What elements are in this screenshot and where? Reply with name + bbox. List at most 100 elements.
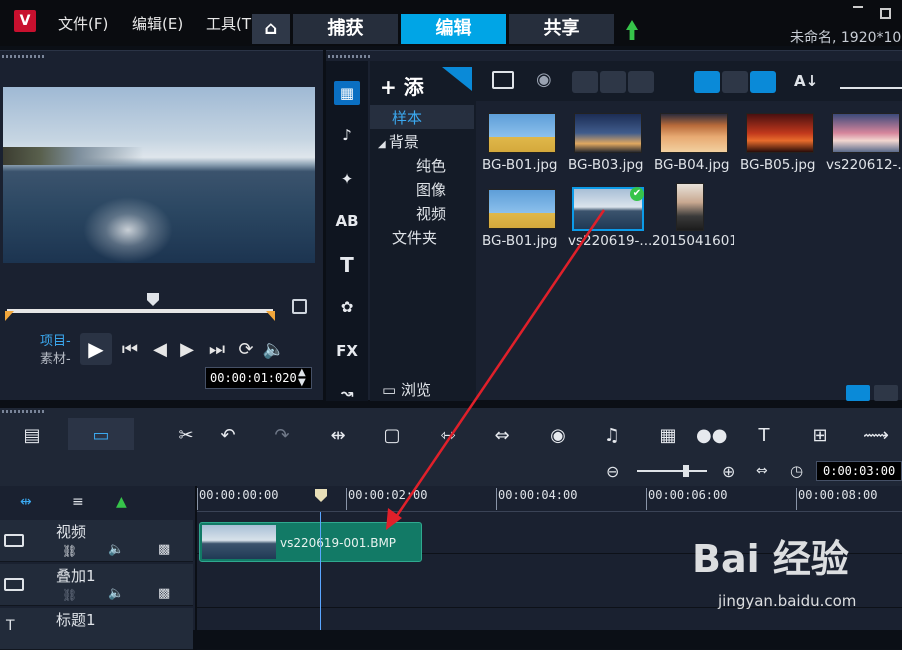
record-capture-icon[interactable]: ◉ (544, 426, 572, 446)
title-icon[interactable]: T (334, 253, 360, 277)
go-start-icon[interactable]: ⏮ (118, 338, 142, 362)
zoom-out-icon[interactable]: ⊖ (606, 462, 619, 481)
show-video-button[interactable] (572, 71, 598, 93)
scrubber-handle[interactable] (147, 293, 159, 306)
menu-file[interactable]: 文件(F) (58, 13, 108, 34)
pin-icon[interactable] (442, 67, 472, 91)
tab-edit[interactable]: 编辑 (401, 14, 506, 44)
fit-project-icon[interactable]: ⇔ (756, 463, 768, 479)
player-view-icon[interactable] (874, 385, 898, 401)
tools-icon[interactable]: ✂ (172, 426, 200, 446)
track-video[interactable]: 视频 ⛓ 🔈 ▩ (0, 520, 193, 562)
panel-grip[interactable] (2, 410, 46, 413)
tree-item-samples[interactable]: 样本 (392, 107, 422, 128)
browse-button[interactable]: ▭ 浏览 (382, 379, 431, 400)
library-view-icon[interactable] (846, 385, 870, 401)
tree-item-solid[interactable]: 纯色 (416, 155, 446, 176)
link-icon[interactable]: ⛓ (62, 588, 77, 602)
thumb-bg-b01-copy[interactable] (488, 189, 556, 229)
multi-camera-icon[interactable]: ▦ (654, 426, 682, 446)
play-button[interactable]: ▶ (80, 333, 112, 365)
timecode-stepper-icon[interactable]: ▲ ▼ (298, 368, 306, 388)
thumb-bg-b04[interactable] (660, 113, 728, 153)
track-transparency-icon[interactable]: ▩ (158, 542, 170, 557)
mute-icon[interactable]: 🔈 (108, 586, 124, 601)
tab-share[interactable]: 共享 (509, 14, 614, 44)
tab-capture[interactable]: 捕获 (293, 14, 398, 44)
list-view-button[interactable] (722, 71, 748, 93)
mark-in-handle[interactable] (5, 311, 14, 321)
grid-view-button[interactable] (750, 71, 776, 93)
thumbnail-view-button[interactable] (694, 71, 720, 93)
filter-icon[interactable]: FX (334, 339, 360, 363)
transition-icon[interactable]: AB (334, 209, 360, 233)
instant-project-icon[interactable]: ✦ (334, 167, 360, 191)
mask-icon[interactable]: ●● (696, 426, 727, 446)
mode-clip-label[interactable]: 素材- (40, 348, 71, 367)
redo-icon[interactable]: ↷ (268, 426, 296, 446)
link-icon[interactable]: ⛓ (62, 544, 77, 558)
zoom-in-icon[interactable]: ⊕ (722, 462, 735, 481)
tree-item-backgrounds[interactable]: ◢ 背景 (378, 131, 419, 152)
scrub-bar[interactable] (7, 309, 273, 313)
library-view-toggle[interactable] (846, 385, 898, 403)
track-transparency-icon[interactable]: ▩ (158, 586, 170, 601)
thumb-bg-b01[interactable] (488, 113, 556, 153)
graphics-icon[interactable]: ✿ (334, 295, 360, 319)
copy-frame-icon[interactable] (292, 299, 307, 314)
go-end-icon[interactable]: ⏭ (205, 338, 229, 362)
menu-tools[interactable]: 工具(T) (206, 13, 252, 34)
split-screen-icon[interactable]: ⊞ (806, 426, 834, 446)
import-folder-icon[interactable] (492, 71, 514, 89)
show-audio-button[interactable] (628, 71, 654, 93)
timeline-playhead[interactable] (320, 512, 321, 630)
thumb-bg-b03[interactable] (574, 113, 642, 153)
motion-track-icon[interactable]: ⟿ (862, 426, 890, 446)
thumb-bg-b05[interactable] (746, 113, 814, 153)
thumb-portrait[interactable] (676, 183, 704, 231)
mark-out-handle[interactable] (266, 311, 275, 321)
timeline-view-icon[interactable]: ▤ (18, 426, 46, 446)
audio-mixer-icon[interactable]: ♫ (598, 426, 626, 446)
mode-project-label[interactable]: 项目- (40, 330, 71, 349)
undo-icon[interactable]: ↶ (214, 426, 242, 446)
track-title[interactable]: T 标题1 (0, 608, 193, 650)
stretch-icon[interactable]: ⇔ (488, 426, 516, 446)
path-icon[interactable]: ↝ (334, 381, 360, 405)
mute-icon[interactable]: 🔈 (108, 542, 124, 557)
media-category-icon[interactable]: ▦ (334, 81, 360, 105)
minimize-button[interactable] (853, 6, 863, 8)
show-photo-button[interactable] (600, 71, 626, 93)
timeline-ruler[interactable]: 00:00:00:00 00:00:02:00 00:00:04:00 00:0… (197, 486, 902, 512)
chapter-icon[interactable]: ▲ (116, 494, 127, 510)
panel-grip[interactable] (328, 55, 372, 58)
subtitle-icon[interactable]: T (750, 426, 778, 446)
next-frame-icon[interactable]: ▶ (175, 338, 199, 362)
track-manager-icon[interactable]: ⇹ (20, 494, 32, 510)
thumb-vs220612[interactable] (832, 113, 900, 153)
audio-category-icon[interactable]: ♪ (334, 123, 360, 147)
home-tab[interactable]: ⌂ (252, 14, 290, 44)
player-timecode[interactable]: 00:00:01:020 (205, 367, 312, 389)
maximize-button[interactable] (880, 8, 891, 19)
thumbnail-size-slider[interactable] (840, 87, 902, 89)
upload-arrow-icon[interactable] (626, 20, 638, 40)
fit-icon[interactable]: ⇹ (324, 426, 352, 446)
panel-grip[interactable] (2, 55, 46, 58)
split-icon[interactable]: ⇿ (434, 426, 462, 446)
pan-zoom-icon[interactable]: ▢ (378, 426, 406, 446)
menu-edit[interactable]: 编辑(E) (132, 13, 183, 34)
prev-frame-icon[interactable]: ◀ (148, 338, 172, 362)
zoom-slider-handle[interactable] (683, 465, 689, 477)
record-icon[interactable]: ◉ (536, 69, 552, 90)
tree-item-video[interactable]: 视频 (416, 203, 446, 224)
track-overlay[interactable]: 叠加1 ⛓ 🔈 ▩ (0, 564, 193, 606)
repeat-icon[interactable]: ⟳ (234, 338, 258, 362)
zoom-slider[interactable] (637, 470, 707, 472)
sort-icon[interactable]: A↓ (794, 72, 818, 90)
title-lane[interactable] (197, 608, 902, 650)
add-track-icon[interactable]: ≡ (72, 494, 84, 510)
video-clip[interactable]: vs220619-001.BMP (199, 522, 422, 562)
tree-item-folder[interactable]: 文件夹 (392, 227, 437, 248)
add-folder-button[interactable]: + 添 (380, 71, 424, 100)
